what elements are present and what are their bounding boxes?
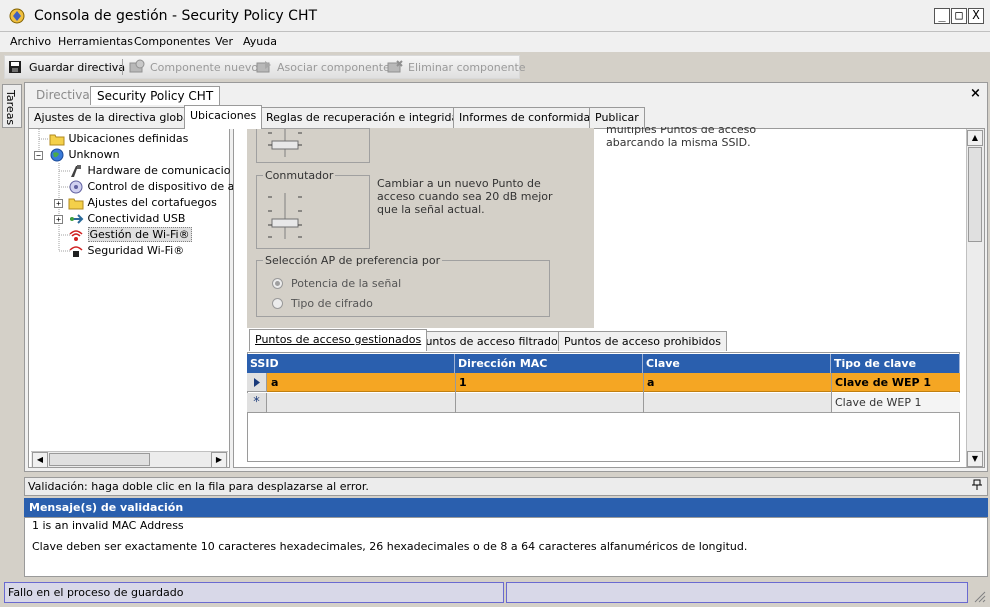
tab-locations[interactable]: Ubicaciones xyxy=(184,105,263,129)
status-message: Fallo en el proceso de guardado xyxy=(8,586,184,599)
tree-item-device-control[interactable]: Control de dispositivo de al xyxy=(68,180,237,194)
grid-column-divider xyxy=(831,373,832,413)
content-scroll-thumb[interactable] xyxy=(968,147,982,242)
tree-item-wifi-security[interactable]: Seguridad Wi-Fi® xyxy=(68,244,184,258)
tab-managed-access-points[interactable]: Puntos de acceso gestionados xyxy=(249,329,428,351)
toolbar-separator xyxy=(122,59,123,75)
grid-column-divider xyxy=(643,373,644,413)
tree-item-label: Ajustes del cortafuegos xyxy=(87,196,217,209)
save-policy-button[interactable]: Guardar directiva xyxy=(29,61,125,74)
scroll-down-icon[interactable]: ▼ xyxy=(967,451,983,467)
switch-slider[interactable] xyxy=(266,193,306,241)
row-selector-new[interactable]: * xyxy=(247,393,267,413)
switch-description: Cambiar a un nuevo Punto de acceso cuand… xyxy=(377,177,553,216)
tasks-side-tab-label: Tareas xyxy=(4,90,17,126)
validation-hint: Validación: haga doble clic en la fila p… xyxy=(28,480,369,493)
tree-item-label: Seguridad Wi-Fi® xyxy=(87,244,185,257)
save-icon xyxy=(8,60,22,74)
ap-preference-label: Selección AP de preferencia por xyxy=(263,254,443,267)
grid-cell-mac[interactable]: 1 xyxy=(455,373,643,392)
folder-icon xyxy=(68,196,84,210)
maximize-button[interactable]: □ xyxy=(951,8,967,24)
validation-message[interactable]: Clave deben ser exactamente 10 caractere… xyxy=(32,540,747,553)
scroll-left-icon[interactable]: ◀ xyxy=(32,452,48,468)
tree-item-label: Unknown xyxy=(68,148,120,161)
grid-cell-key[interactable]: a xyxy=(643,373,831,392)
tree-scroll-thumb[interactable] xyxy=(49,453,150,466)
row-selector-current[interactable] xyxy=(247,373,267,392)
radio-signal-strength[interactable] xyxy=(272,278,283,289)
tree-item-defined-locations[interactable]: Ubicaciones definidas xyxy=(49,132,188,146)
tree-expand-usb[interactable]: + xyxy=(54,215,63,224)
tree-item-wifi-management[interactable]: Gestión de Wi-Fi® xyxy=(68,227,192,242)
tree-item-label: Hardware de comunicacio xyxy=(87,164,231,177)
delete-component-button[interactable]: Eliminar componente xyxy=(408,61,526,74)
column-header-key-type[interactable]: Tipo de clave xyxy=(831,354,960,373)
row-pointer-icon xyxy=(254,378,260,387)
radio-cipher-type[interactable] xyxy=(272,298,283,309)
tree-expand-firewall[interactable]: + xyxy=(54,199,63,208)
scroll-right-icon[interactable]: ▶ xyxy=(211,452,227,468)
wifi-icon xyxy=(68,228,84,242)
radio-signal-strength-label: Potencia de la señal xyxy=(291,277,402,290)
tab-filtered-access-points[interactable]: Puntos de acceso filtrados xyxy=(413,331,570,351)
validation-header-title: Mensaje(s) de validación xyxy=(29,501,184,514)
column-header-key[interactable]: Clave xyxy=(643,354,831,373)
tab-prohibited-access-points[interactable]: Puntos de acceso prohibidos xyxy=(558,331,727,351)
upper-slider[interactable] xyxy=(266,129,306,159)
tab-security-policy-cht[interactable]: Security Policy CHT xyxy=(90,86,221,105)
tree-item-comm-hardware[interactable]: Hardware de comunicacio xyxy=(68,164,230,178)
grid-column-divider xyxy=(455,373,456,413)
tab-global-policy-settings[interactable]: Ajustes de la directiva global xyxy=(28,107,199,128)
scroll-up-icon[interactable]: ▲ xyxy=(967,130,983,146)
radio-selected-dot xyxy=(275,281,280,286)
wifi-security-icon xyxy=(68,244,84,258)
grid-cell-key-type[interactable]: Clave de WEP 1 xyxy=(831,373,960,392)
menu-ver[interactable]: Ver xyxy=(215,35,233,48)
associate-component-icon xyxy=(255,59,273,75)
grid-new-cell-mac[interactable] xyxy=(455,393,643,413)
tab-publish[interactable]: Publicar xyxy=(589,107,645,128)
new-component-icon xyxy=(128,59,146,75)
resize-grip-icon[interactable] xyxy=(971,588,987,604)
folder-icon xyxy=(49,132,65,146)
delete-component-icon xyxy=(386,59,404,75)
tree-item-usb-connectivity[interactable]: Conectividad USB xyxy=(68,212,185,226)
grid-cell-ssid[interactable]: a xyxy=(267,373,455,392)
menu-herramientas[interactable]: Herramientas xyxy=(58,35,133,48)
usb-icon xyxy=(68,212,84,226)
tree-item-unknown[interactable]: Unknown xyxy=(49,148,120,162)
radio-cipher-type-label: Tipo de cifrado xyxy=(291,297,373,310)
new-component-button[interactable]: Componente nuevo xyxy=(150,61,258,74)
hardware-icon xyxy=(68,164,84,178)
column-header-mac[interactable]: Dirección MAC xyxy=(455,354,643,373)
grid-new-cell-key[interactable] xyxy=(643,393,831,413)
minimize-button[interactable]: _ xyxy=(934,8,950,24)
menu-componentes[interactable]: Componentes xyxy=(134,35,210,48)
tree-item-label: Ubicaciones definidas xyxy=(68,132,189,145)
status-cell-secondary xyxy=(506,582,968,603)
close-document-icon[interactable]: × xyxy=(970,86,981,101)
column-header-ssid[interactable]: SSID xyxy=(247,354,455,373)
associate-component-button[interactable]: Asociar componente xyxy=(277,61,390,74)
menu-archivo[interactable]: Archivo xyxy=(10,35,51,48)
grid-new-cell-ssid[interactable] xyxy=(267,393,455,413)
close-window-button[interactable]: X xyxy=(968,8,984,24)
tree-item-firewall-settings[interactable]: Ajustes del cortafuegos xyxy=(68,196,217,210)
app-logo-icon xyxy=(8,7,26,25)
tree-item-label: Gestión de Wi-Fi® xyxy=(87,227,192,242)
globe-icon xyxy=(49,148,65,162)
tab-recovery-integrity-rules[interactable]: Reglas de recuperación e integridad xyxy=(260,107,472,128)
switch-group-label: Conmutador xyxy=(263,169,336,182)
tree-collapse-unknown[interactable]: − xyxy=(34,151,43,160)
menu-ayuda[interactable]: Ayuda xyxy=(243,35,277,48)
tree-item-label: Conectividad USB xyxy=(87,212,186,225)
grid-new-cell-key-type[interactable]: Clave de WEP 1 xyxy=(831,393,960,413)
window-title: Consola de gestión - Security Policy CHT xyxy=(34,8,318,24)
pin-icon[interactable] xyxy=(972,479,982,494)
device-control-icon xyxy=(68,180,84,194)
tree-item-label: Control de dispositivo de al xyxy=(87,180,238,193)
validation-message[interactable]: 1 is an invalid MAC Address xyxy=(32,519,184,532)
tab-compliance-reports[interactable]: Informes de conformidad xyxy=(453,107,604,128)
